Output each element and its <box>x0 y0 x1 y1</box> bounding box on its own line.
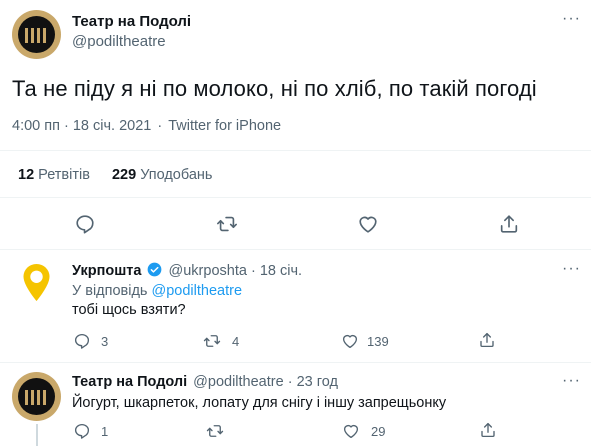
retweet-icon[interactable] <box>203 332 221 350</box>
separator: · <box>157 118 163 134</box>
ukrposhta-logo-icon <box>23 264 50 301</box>
tweet-text: Та не піду я ні по молоко, ні по хліб, п… <box>12 76 537 101</box>
retweet-count: 4 <box>232 334 240 349</box>
reply-count: 3 <box>101 334 109 349</box>
avatar[interactable] <box>12 258 61 307</box>
reply-text: тобі щось взяти? <box>72 302 186 318</box>
author-display-name[interactable]: Укрпошта <box>72 263 141 279</box>
more-dots-icon[interactable]: ··· <box>562 11 581 27</box>
thread-line <box>36 424 38 446</box>
reply-header: Театр на Подолі @podiltheatre · 23 год <box>72 374 338 390</box>
separator: · <box>250 263 256 279</box>
like-count: 139 <box>367 334 389 349</box>
retweets-count: 12 <box>18 167 35 183</box>
verified-badge-icon <box>147 262 162 281</box>
like-icon[interactable] <box>357 213 379 235</box>
tweet-timestamp[interactable]: 4:00 пп · 18 січ. 2021 <box>12 118 151 134</box>
author-handle[interactable]: @podiltheatre <box>72 33 166 50</box>
retweet-icon[interactable] <box>206 422 224 440</box>
reply-to-handle[interactable]: @podiltheatre <box>152 283 243 299</box>
like-icon[interactable] <box>341 332 359 350</box>
share-icon[interactable] <box>478 331 496 349</box>
theatre-logo-icon <box>18 16 55 53</box>
reply-icon[interactable] <box>74 213 96 235</box>
author-display-name[interactable]: Театр на Подолі <box>72 374 187 390</box>
likes-label: Уподобань <box>140 167 213 183</box>
share-icon[interactable] <box>498 213 520 235</box>
reply-icon[interactable] <box>73 422 91 440</box>
likes-count: 229 <box>111 167 137 183</box>
reply-time[interactable]: 18 січ. <box>260 263 302 279</box>
divider <box>0 150 591 151</box>
avatar[interactable] <box>12 372 61 421</box>
reply-text: Йогурт, шкарпеток, лопату для снігу і ін… <box>72 395 447 411</box>
author-handle[interactable]: @ukrposhta <box>169 263 247 279</box>
share-icon[interactable] <box>479 421 497 439</box>
tweet-source[interactable]: Twitter for iPhone <box>168 118 281 134</box>
divider <box>0 197 591 198</box>
more-dots-icon[interactable]: ··· <box>562 261 581 277</box>
author-display-name[interactable]: Театр на Подолі <box>72 13 191 30</box>
reply-to-prefix: У відповідь <box>72 283 148 299</box>
divider <box>0 249 591 250</box>
retweet-icon[interactable] <box>216 213 238 235</box>
more-dots-icon[interactable]: ··· <box>562 373 581 389</box>
separator: · <box>287 374 293 390</box>
reply-header: Укрпошта @ukrposhta · 18 січ. <box>72 262 302 281</box>
theatre-logo-icon <box>18 378 55 415</box>
divider <box>0 362 591 363</box>
retweets-stat[interactable]: 12 Ретвітів <box>18 167 94 183</box>
retweets-label: Ретвітів <box>38 167 90 183</box>
like-icon[interactable] <box>342 422 360 440</box>
like-count: 29 <box>371 424 386 439</box>
reply-icon[interactable] <box>73 332 91 350</box>
avatar[interactable] <box>12 10 61 59</box>
tweet-meta: 4:00 пп · 18 січ. 2021 · Twitter for iPh… <box>12 118 281 134</box>
reply-to-line: У відповідь @podiltheatre <box>72 283 242 299</box>
reply-count: 1 <box>101 424 109 439</box>
reply-time[interactable]: 23 год <box>297 374 338 390</box>
tweet-stats: 12 Ретвітів 229 Уподобань <box>18 167 212 183</box>
author-handle[interactable]: @podiltheatre <box>193 374 284 390</box>
likes-stat[interactable]: 229 Уподобань <box>112 167 213 183</box>
